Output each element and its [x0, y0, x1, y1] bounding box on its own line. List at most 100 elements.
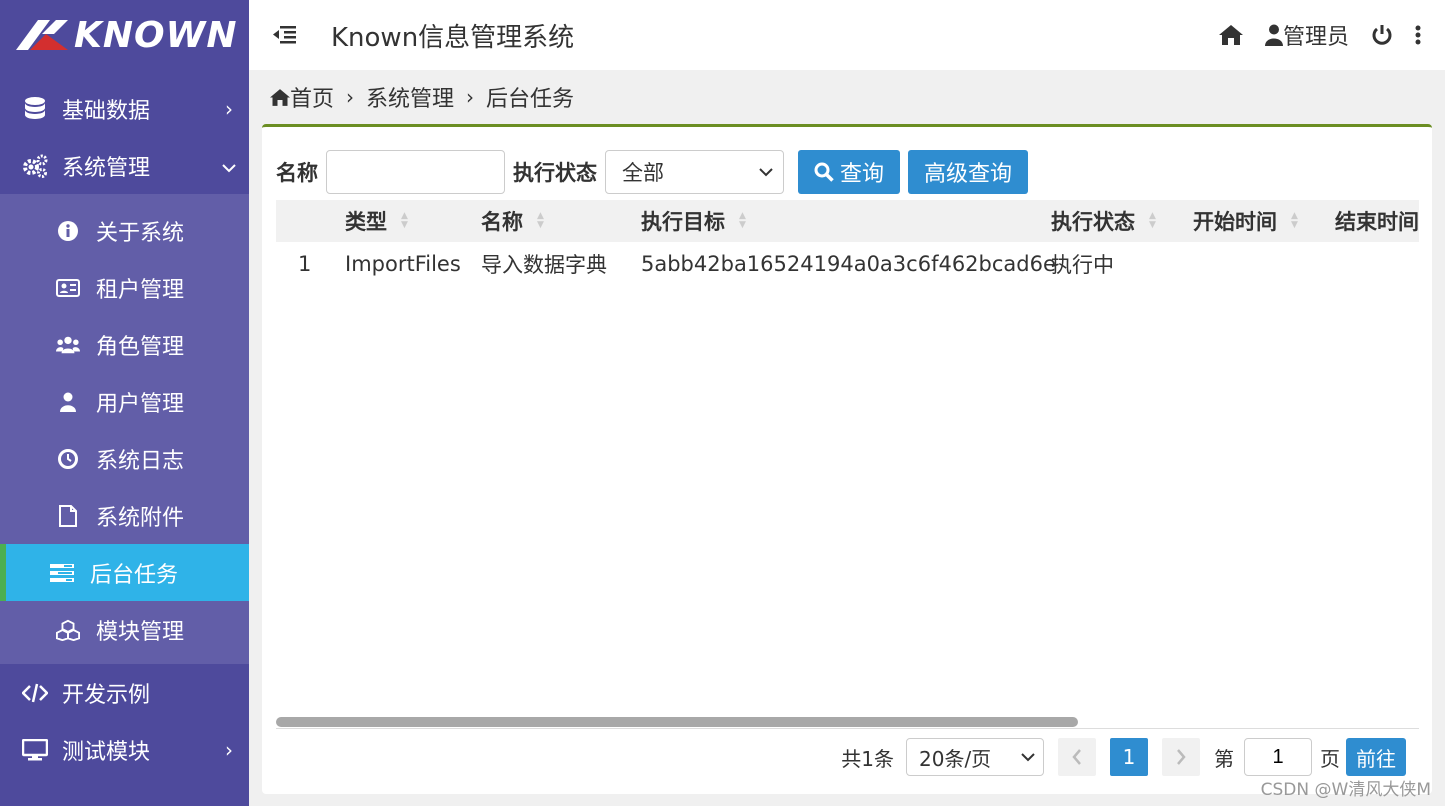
page-number-button[interactable]: 1	[1110, 738, 1148, 776]
top-header: Known信息管理系统 管理员	[249, 0, 1445, 70]
divider	[276, 728, 1419, 729]
breadcrumb: 首页 › 系统管理 › 后台任务	[270, 80, 574, 114]
name-input[interactable]	[326, 150, 505, 194]
horizontal-scrollbar[interactable]	[276, 717, 1078, 727]
sidebar-item-logs[interactable]: 系统日志	[0, 430, 249, 487]
desktop-icon	[22, 737, 48, 763]
sidebar-item-test-module[interactable]: 测试模块 ›	[0, 721, 249, 778]
chevron-right-icon: ›	[466, 85, 475, 109]
database-icon	[22, 96, 48, 122]
chevron-down-icon	[1021, 753, 1035, 762]
sidebar-item-attachments[interactable]: 系统附件	[0, 487, 249, 544]
sidebar-item-label: 测试模块	[62, 739, 151, 765]
page-size-value: 20条/页	[919, 746, 992, 771]
sidebar-item-label: 后台任务	[90, 562, 179, 588]
logo[interactable]: KNOWN	[0, 0, 249, 70]
sort-icon: ▲ ▼	[739, 211, 746, 230]
sidebar-item-label: 角色管理	[96, 334, 185, 360]
search-bar: 名称 执行状态 全部 查询 高级查询	[276, 149, 1036, 195]
chevron-right-icon	[1177, 749, 1186, 765]
column-header-end-time[interactable]: 结束时间	[1321, 200, 1419, 242]
id-card-icon	[56, 276, 80, 300]
sidebar-item-label: 模块管理	[96, 619, 185, 645]
sidebar-item-system-management[interactable]: 系统管理	[0, 137, 249, 194]
home-icon	[1218, 25, 1243, 45]
sidebar-item-label: 基础数据	[62, 98, 151, 124]
status-select-value: 全部	[622, 161, 664, 185]
cell-type: ImportFiles	[345, 252, 461, 276]
page-size-select[interactable]: 20条/页	[906, 738, 1044, 776]
sort-icon: ▲ ▼	[401, 211, 408, 230]
table-header: 类型 ▲ ▼ 名称 ▲ ▼ 执行目标 ▲ ▼ 执行状态 ▲ ▼ 开始时间 ▲ ▼ 结束时间	[276, 200, 1419, 242]
breadcrumb-home[interactable]: 首页	[290, 81, 334, 113]
name-label: 名称	[276, 161, 318, 185]
sort-icon: ▲ ▼	[1291, 211, 1298, 230]
goto-prefix: 第	[1214, 746, 1234, 771]
info-icon	[56, 219, 80, 243]
column-header-status[interactable]: 执行状态 ▲ ▼	[1037, 200, 1179, 242]
sidebar-item-label: 系统管理	[62, 155, 151, 181]
cubes-icon	[56, 618, 80, 642]
sidebar-item-dev-examples[interactable]: 开发示例	[0, 664, 249, 721]
more-vertical-icon	[1415, 25, 1421, 45]
status-select[interactable]: 全部	[605, 150, 784, 194]
user-icon	[56, 390, 80, 414]
sidebar-item-modules[interactable]: 模块管理	[0, 601, 249, 658]
sidebar-item-label: 租户管理	[96, 277, 185, 303]
cogs-icon	[22, 153, 48, 179]
users-icon	[56, 333, 80, 357]
code-icon	[22, 680, 48, 706]
sidebar-item-tenant[interactable]: 租户管理	[0, 259, 249, 316]
sidebar-item-users[interactable]: 用户管理	[0, 373, 249, 430]
column-header-label: 执行目标	[641, 210, 725, 234]
goto-button[interactable]: 前往	[1346, 738, 1406, 776]
sidebar-item-label: 系统附件	[96, 505, 185, 531]
user-menu-button[interactable]: 管理员	[1264, 19, 1349, 51]
query-button-label: 查询	[840, 162, 885, 187]
sort-icon: ▲ ▼	[537, 211, 544, 230]
table-row[interactable]: 1 ImportFiles 导入数据字典 5abb42ba16524194a0a…	[276, 242, 1419, 286]
home-button[interactable]	[1218, 25, 1243, 45]
logo-text: KNOWN	[74, 14, 238, 56]
sidebar-item-label: 用户管理	[96, 391, 185, 417]
sidebar: KNOWN 基础数据 › 系统管理 关于系统 租户管理 角色管理 用户管理 系统…	[0, 0, 249, 806]
sidebar-item-label: 关于系统	[96, 220, 185, 246]
sidebar-item-label: 开发示例	[62, 682, 151, 708]
power-icon	[1372, 25, 1392, 45]
breadcrumb-current: 后台任务	[486, 87, 575, 112]
chevron-left-icon	[1072, 749, 1081, 765]
goto-page-input[interactable]	[1244, 738, 1312, 776]
main-panel: 名称 执行状态 全部 查询 高级查询 类型 ▲ ▼ 名称 ▲ ▼ 执行目标 ▲ …	[262, 124, 1432, 794]
logout-button[interactable]	[1371, 24, 1393, 46]
next-page-button[interactable]	[1162, 738, 1200, 776]
column-header-type[interactable]: 类型 ▲ ▼	[331, 200, 467, 242]
status-label: 执行状态	[513, 161, 597, 185]
column-header-name[interactable]: 名称 ▲ ▼	[467, 200, 627, 242]
chevron-right-icon: ›	[225, 96, 233, 121]
submenu-system-management: 关于系统 租户管理 角色管理 用户管理 系统日志 系统附件 后台任务 模块管理	[0, 194, 249, 664]
column-header-start-time[interactable]: 开始时间 ▲ ▼	[1179, 200, 1321, 242]
home-icon	[270, 88, 290, 106]
column-header-target[interactable]: 执行目标 ▲ ▼	[627, 200, 1037, 242]
chevron-right-icon: ›	[225, 737, 233, 762]
breadcrumb-system[interactable]: 系统管理	[366, 81, 454, 113]
tasks-icon	[50, 561, 74, 585]
advanced-query-button[interactable]: 高级查询	[908, 150, 1029, 194]
column-header-label: 类型	[345, 210, 387, 234]
sidebar-item-basic-data[interactable]: 基础数据 ›	[0, 80, 249, 137]
outdent-icon	[273, 26, 296, 44]
prev-page-button[interactable]	[1058, 738, 1096, 776]
sidebar-toggle-button[interactable]	[249, 0, 319, 70]
sidebar-item-roles[interactable]: 角色管理	[0, 316, 249, 373]
cell-index: 1	[298, 252, 312, 276]
app-title: Known信息管理系统	[331, 22, 575, 53]
logo-mark-icon	[16, 20, 68, 50]
cell-name: 导入数据字典	[481, 253, 607, 277]
sidebar-item-about[interactable]: 关于系统	[0, 202, 249, 259]
clock-icon	[56, 447, 80, 471]
sort-icon: ▲ ▼	[1149, 211, 1156, 230]
sidebar-item-label: 系统日志	[96, 448, 185, 474]
query-button[interactable]: 查询	[798, 150, 901, 194]
sidebar-item-background-tasks[interactable]: 后台任务	[0, 544, 249, 601]
more-menu-button[interactable]	[1415, 25, 1421, 45]
